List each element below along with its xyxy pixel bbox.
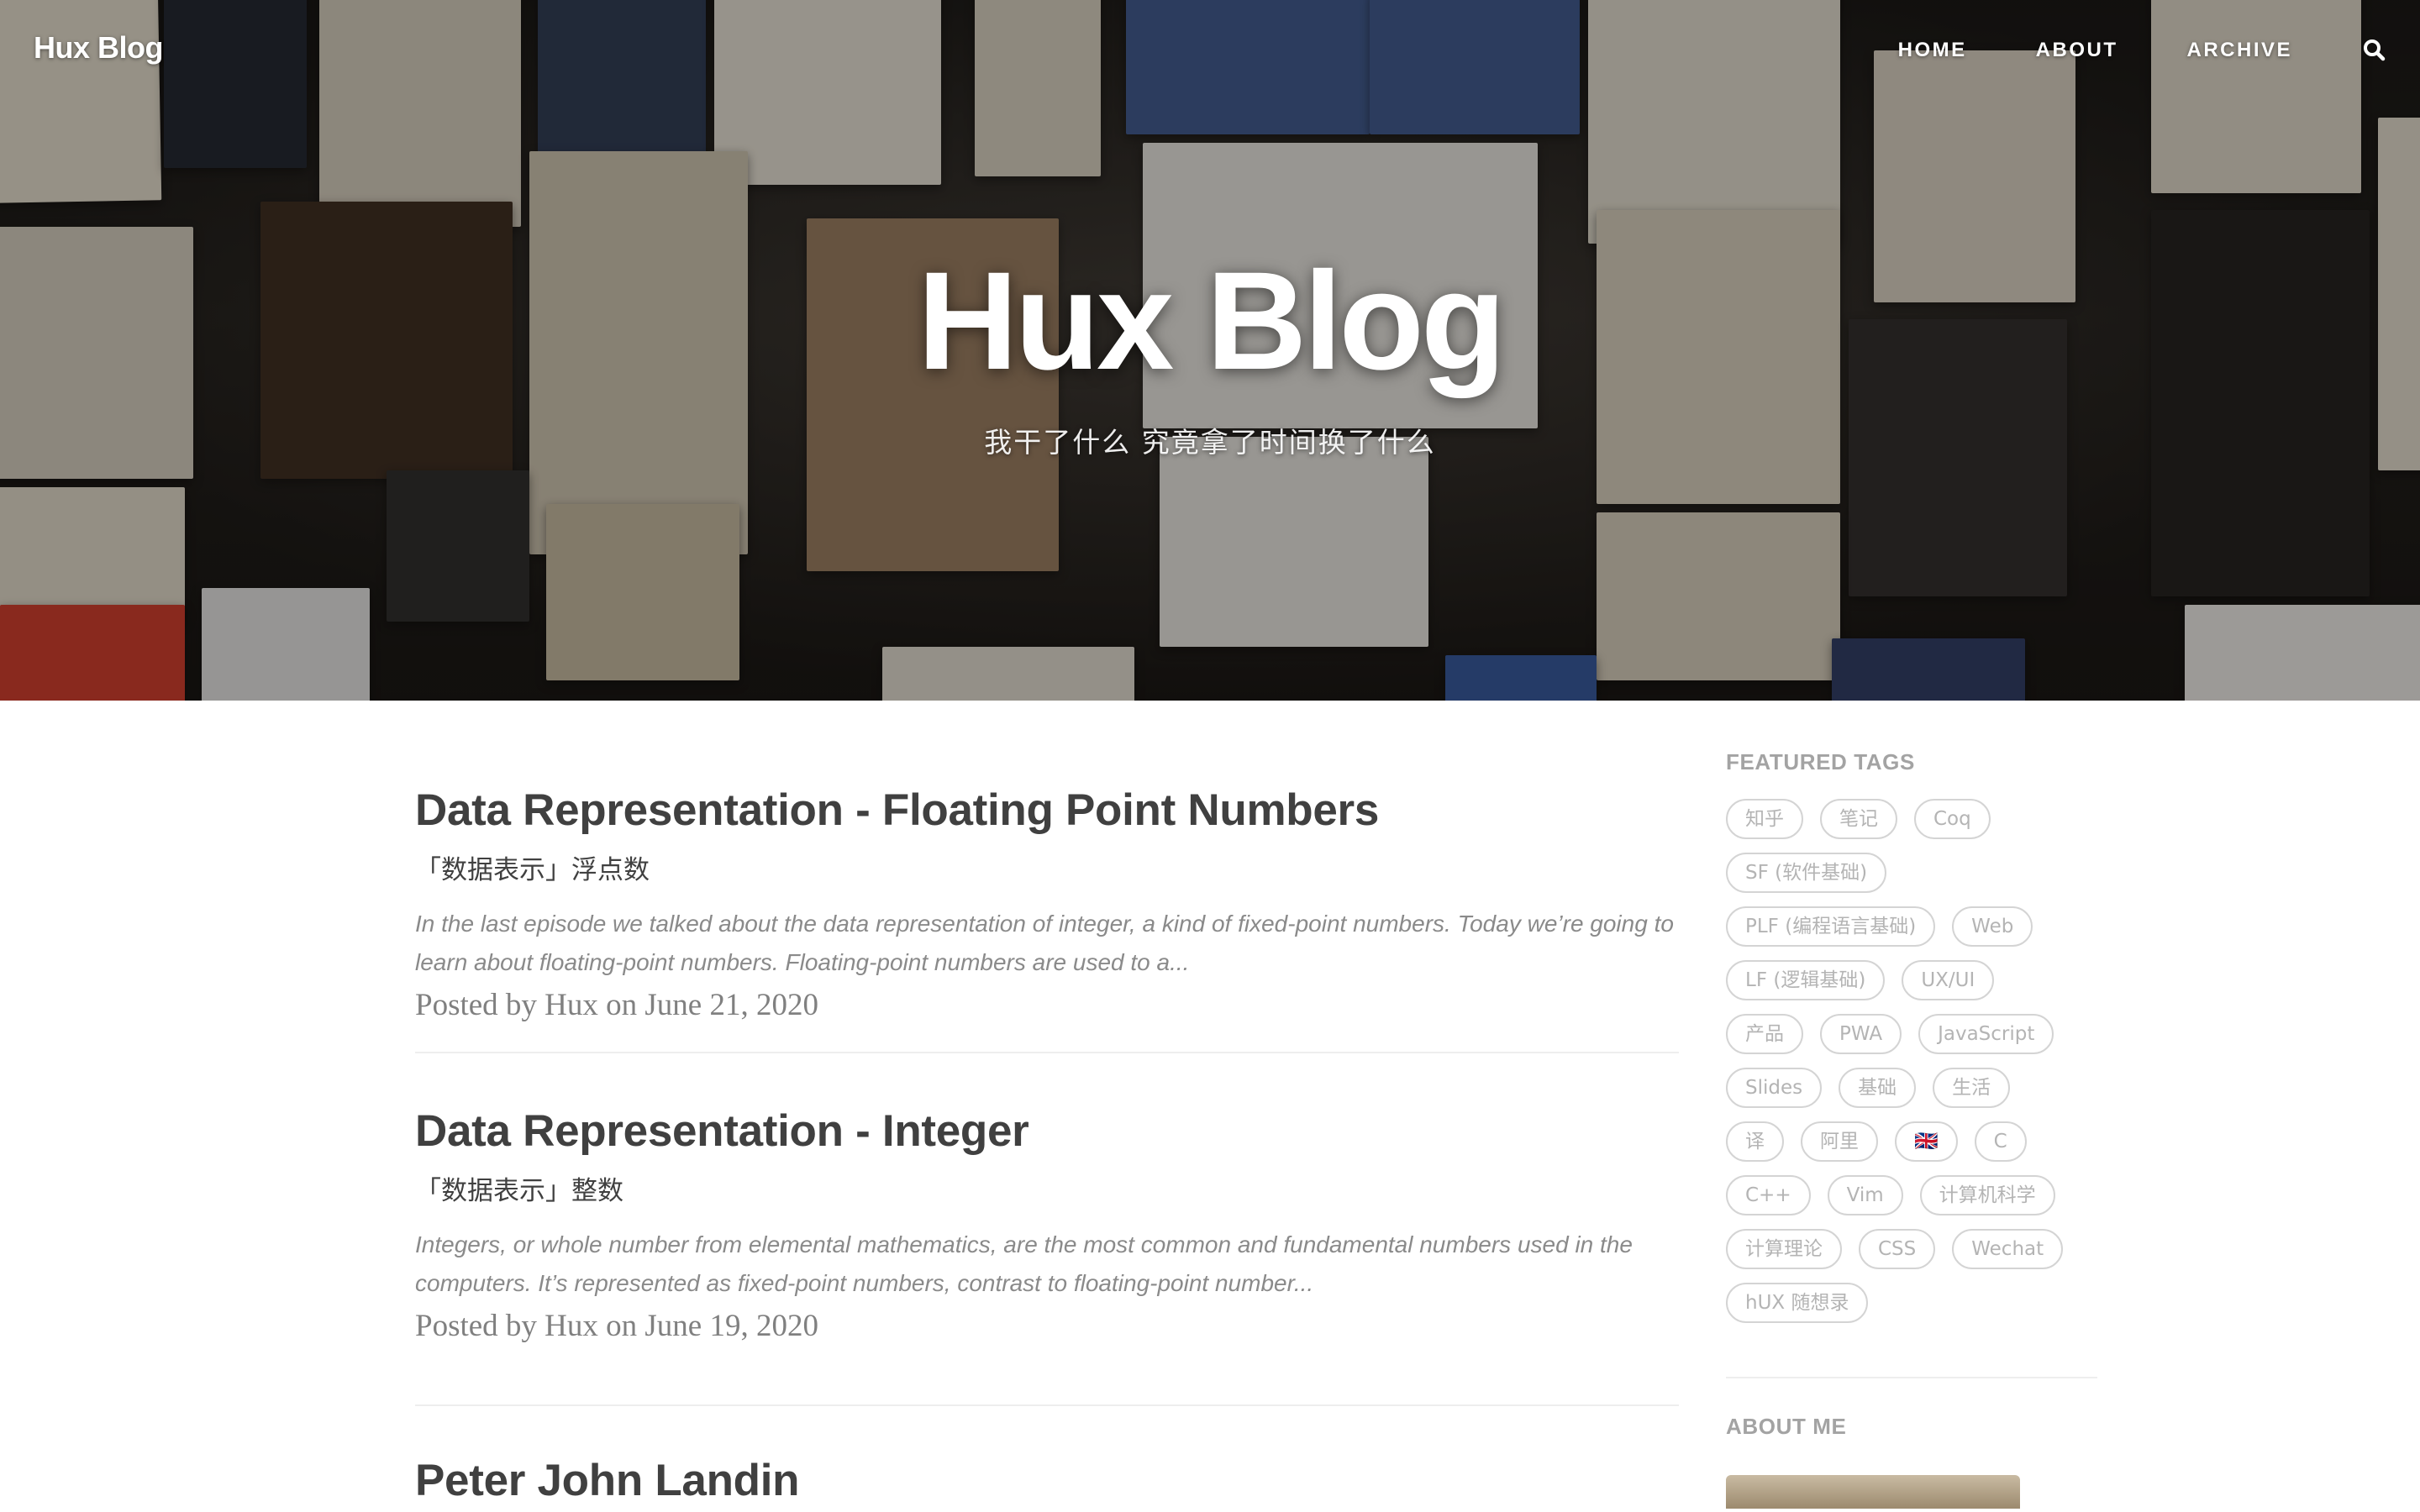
post-excerpt: In the last episode we talked about the … [415, 911, 1674, 976]
nav-link-home[interactable]: HOME [1898, 39, 1967, 62]
tag-ux-ui[interactable]: UX/UI [1902, 960, 1995, 1000]
sidebar: FEATURED TAGS 知乎 笔记 Coq SF (软件基础) PLF (编… [1726, 701, 2097, 1509]
site-title: Hux Blog [917, 244, 1507, 399]
sidebar-divider [1726, 1377, 2097, 1378]
tag-slides[interactable]: Slides [1726, 1068, 1823, 1108]
tag-notes[interactable]: 笔记 [1820, 799, 1897, 839]
tag-computer-science[interactable]: 计算机科学 [1919, 1175, 2055, 1215]
tag-uk-flag[interactable]: 🇬🇧 [1895, 1121, 1958, 1162]
post-title[interactable]: Peter John Landin [415, 1456, 1679, 1505]
tag-basics[interactable]: 基础 [1839, 1068, 1917, 1108]
nav-links: HOME ABOUT ARCHIVE [1829, 39, 2292, 62]
post-subtitle[interactable]: 「数据表示」浮点数 [415, 848, 1679, 886]
post-title[interactable]: Data Representation - Integer [415, 1106, 1679, 1156]
tag-wechat[interactable]: Wechat [1952, 1229, 2064, 1269]
top-navbar: Hux Blog HOME ABOUT ARCHIVE [0, 0, 2420, 101]
post-list: Data Representation - Floating Point Num… [415, 701, 1679, 1505]
tag-zhihu[interactable]: 知乎 [1726, 799, 1803, 839]
nav-link-archive[interactable]: ARCHIVE [2186, 39, 2292, 62]
tag-ali[interactable]: 阿里 [1801, 1121, 1878, 1162]
featured-tags-heading: FEATURED TAGS [1726, 749, 1915, 774]
tag-vim[interactable]: Vim [1827, 1175, 1903, 1215]
site-heading: Hux Blog 我干了什么 究竟拿了时间换了什么 [0, 252, 2420, 460]
tag-javascript[interactable]: JavaScript [1918, 1014, 2054, 1054]
tag-life[interactable]: 生活 [1933, 1068, 2011, 1108]
post-preview[interactable]: Peter John Landin [415, 1406, 1679, 1505]
search-icon[interactable] [2361, 37, 2388, 64]
post-meta: Posted by Hux on June 19, 2020 [415, 1309, 818, 1344]
tag-pwa[interactable]: PWA [1820, 1014, 1902, 1054]
tag-lf[interactable]: LF (逻辑基础) [1726, 960, 1886, 1000]
post-meta: Posted by Hux on June 21, 2020 [415, 988, 818, 1023]
tag-sf[interactable]: SF (软件基础) [1726, 853, 1887, 893]
post-preview[interactable]: Data Representation - Floating Point Num… [415, 701, 1679, 1053]
tag-product[interactable]: 产品 [1726, 1014, 1803, 1054]
tag-c[interactable]: C [1974, 1121, 2027, 1162]
brand-link[interactable]: Hux Blog [34, 30, 164, 66]
featured-tags: 知乎 笔记 Coq SF (软件基础) PLF (编程语言基础) Web LF … [1726, 799, 2087, 1336]
tag-web[interactable]: Web [1952, 906, 2033, 947]
post-subtitle[interactable]: 「数据表示」整数 [415, 1169, 1679, 1207]
nav-link-about[interactable]: ABOUT [2036, 39, 2118, 62]
tag-coq[interactable]: Coq [1914, 799, 1991, 839]
site-subtitle: 我干了什么 究竟拿了时间换了什么 [984, 426, 1436, 459]
hero-header: Hux Blog HOME ABOUT ARCHIVE Hux Blog 我干了… [0, 0, 2420, 701]
tag-plf[interactable]: PLF (编程语言基础) [1726, 906, 1936, 947]
tag-translation[interactable]: 译 [1726, 1121, 1784, 1162]
post-title[interactable]: Data Representation - Floating Point Num… [415, 785, 1679, 835]
tag-hux-essays[interactable]: hUX 随想录 [1726, 1283, 1869, 1323]
post-excerpt: Integers, or whole number from elemental… [415, 1231, 1633, 1297]
tag-css[interactable]: CSS [1859, 1229, 1936, 1269]
tag-computation-theory[interactable]: 计算理论 [1726, 1229, 1842, 1269]
tag-cpp[interactable]: C++ [1726, 1175, 1811, 1215]
about-me-avatar [1726, 1475, 2020, 1509]
about-me-heading: ABOUT ME [1726, 1414, 1847, 1439]
post-preview[interactable]: Data Representation - Integer 「数据表示」整数 I… [415, 1053, 1679, 1406]
